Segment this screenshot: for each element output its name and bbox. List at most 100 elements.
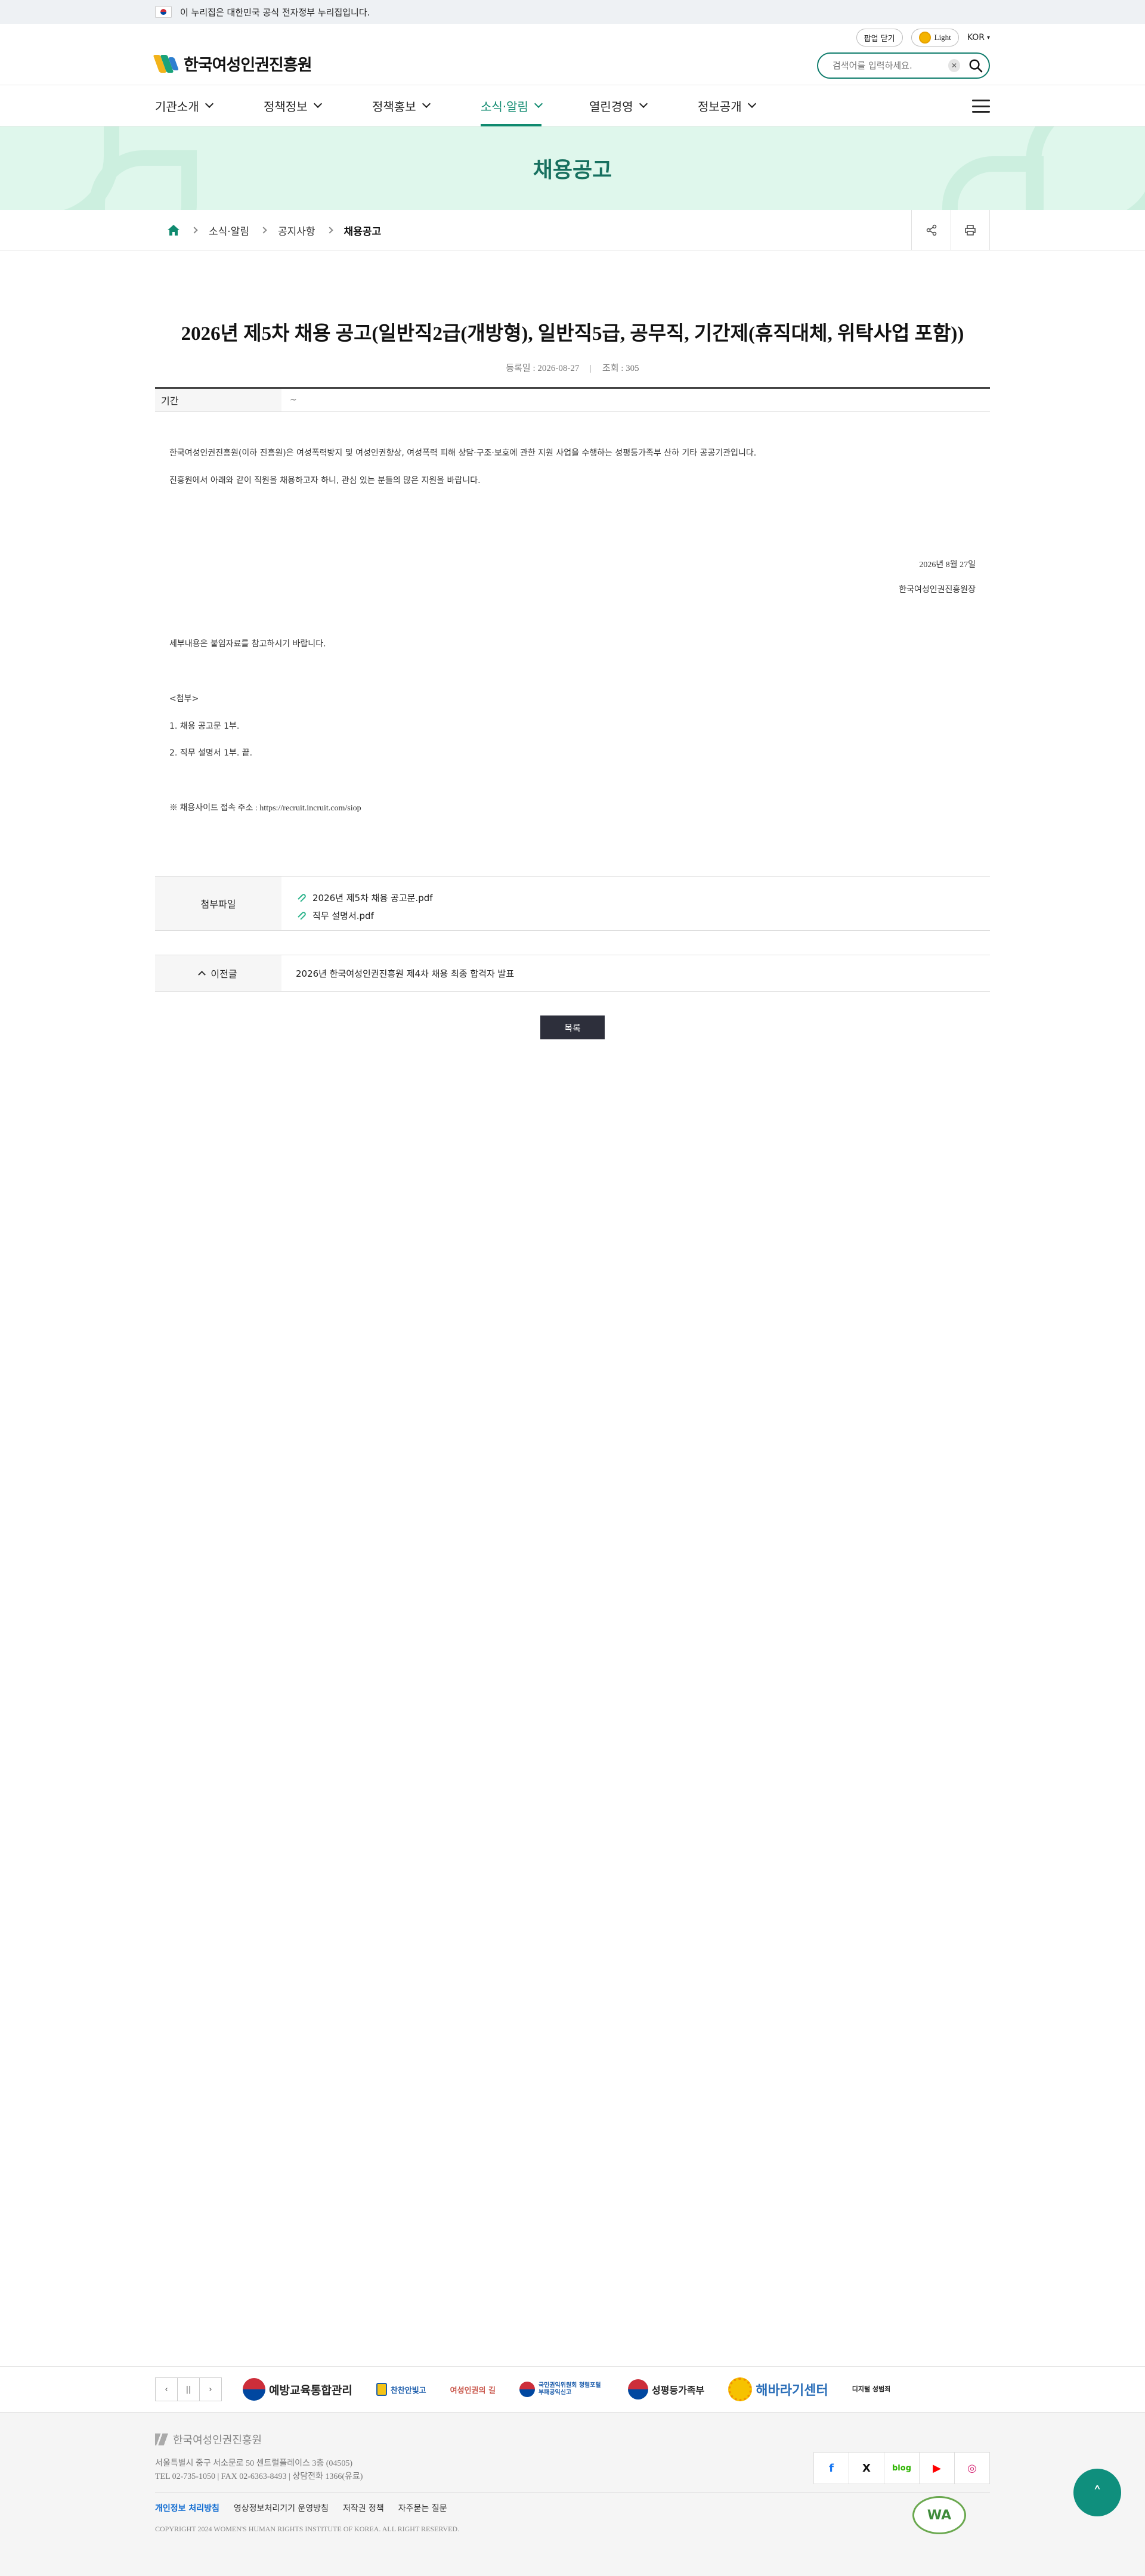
- breadcrumb-item[interactable]: 소식·알림: [209, 223, 249, 238]
- site-header: 팝업 닫기 Light KOR ▾ 한국여성인권진흥원 ✕: [153, 24, 990, 85]
- banner-logo[interactable]: 해바라기센터: [728, 2377, 828, 2401]
- chevron-down-icon: [205, 99, 213, 109]
- attachments: 첨부파일 2026년 제5차 채용 공고문.pdf 직무 설명서.pdf: [155, 876, 990, 931]
- chevron-down-icon: [313, 99, 322, 109]
- search-box: ✕: [817, 52, 990, 79]
- chevron-right-icon: [260, 227, 267, 234]
- attachment-item[interactable]: 2026년 제5차 채용 공고문.pdf: [297, 888, 433, 906]
- footer-divider: [155, 2492, 990, 2493]
- article-views: 조회 : 305: [602, 364, 639, 373]
- theme-label: Light: [934, 33, 951, 42]
- body-paragraph: 진흥원에서 아래와 같이 직원을 채용하고자 하니, 관심 있는 분들의 많은 …: [169, 475, 481, 485]
- x-icon[interactable]: X: [849, 2452, 884, 2484]
- article-date: 등록일 : 2026-08-27: [506, 364, 580, 373]
- period-label: 기간: [155, 389, 281, 411]
- prev-post-link[interactable]: 2026년 한국여성인권진흥원 제4차 채용 최종 합격자 발표: [281, 955, 514, 991]
- page-hero: 채용공고: [0, 126, 1145, 210]
- breadcrumb-item[interactable]: 공지사항: [278, 223, 315, 238]
- faq-link[interactable]: 자주묻는 질문: [398, 2502, 447, 2514]
- taeguk-icon: [243, 2378, 265, 2401]
- gov-banner: 이 누리집은 대한민국 공식 전자정부 누리집입니다.: [0, 0, 1145, 24]
- web-accessibility-mark: WA: [912, 2496, 966, 2534]
- nav-item-news[interactable]: 소식·알림: [481, 85, 589, 126]
- nav-label: 정책홍보: [372, 99, 416, 114]
- sun-icon: [918, 32, 931, 44]
- banner-logo[interactable]: 국민권익위원회 청렴포털 부패공익신고: [519, 2382, 604, 2397]
- taeguk-icon: [519, 2382, 535, 2397]
- nav-item-policy-info[interactable]: 정책정보: [264, 85, 372, 126]
- nav-item-about[interactable]: 기관소개: [155, 85, 264, 126]
- instagram-icon[interactable]: ◎: [954, 2452, 990, 2484]
- breadcrumb-current: 채용공고: [344, 225, 382, 238]
- list-button[interactable]: 목록: [540, 1015, 605, 1040]
- banner-pause-button[interactable]: ||: [177, 2377, 200, 2401]
- sns-links: f X blog ▶ ◎: [813, 2452, 990, 2484]
- article-title: 2026년 제5차 채용 공고(일반직2급(개방형), 일반직5급, 공무직, …: [181, 323, 964, 345]
- prev-post-row: 이전글 2026년 한국여성인권진흥원 제4차 채용 최종 합격자 발표: [155, 955, 990, 992]
- banner-logo[interactable]: 찬찬안빛고: [376, 2383, 426, 2396]
- period-value: ~: [290, 395, 297, 405]
- banner-next-button[interactable]: ›: [199, 2377, 222, 2401]
- scroll-top-button[interactable]: ˄: [1073, 2469, 1121, 2516]
- nav-item-policy-pr[interactable]: 정책홍보: [372, 85, 481, 126]
- youtube-icon[interactable]: ▶: [919, 2452, 955, 2484]
- page-tools: [911, 210, 990, 250]
- copyright-policy-link[interactable]: 저작권 정책: [343, 2502, 384, 2514]
- print-icon: [965, 225, 976, 236]
- banner-logo[interactable]: 예방교육통합관리: [243, 2378, 352, 2401]
- search-icon[interactable]: [968, 58, 983, 73]
- cctv-policy-link[interactable]: 영상정보처리기기 운영방침: [234, 2502, 329, 2514]
- contact-text: TEL 02-735-1050 | FAX 02-6363-8493 | 상담전…: [155, 2472, 363, 2482]
- banner-logo[interactable]: 성평등가족부: [627, 2379, 704, 2399]
- banner-logo[interactable]: 여성인권의 길: [450, 2384, 496, 2395]
- theme-toggle-button[interactable]: Light: [911, 29, 959, 47]
- chevron-right-icon: [326, 227, 333, 234]
- page-title: 채용공고: [533, 158, 612, 182]
- body-paragraph: <첨부>: [169, 693, 199, 704]
- nav-label: 소식·알림: [481, 99, 528, 114]
- site-footer: 한국여성인권진흥원 서울특별시 중구 서소문로 50 센트럴플레이스 3층 (0…: [0, 2413, 1145, 2576]
- site-logo[interactable]: 한국여성인권진흥원: [153, 51, 312, 75]
- nav-label: 정책정보: [264, 99, 308, 114]
- language-select[interactable]: KOR ▾: [967, 33, 990, 42]
- footer-logo-text: 한국여성인권진흥원: [173, 2434, 262, 2446]
- chevron-down-icon: [534, 99, 543, 109]
- korea-flag-icon: [155, 6, 172, 18]
- search-input[interactable]: [833, 60, 948, 71]
- banner-logo[interactable]: 디지털 성범죄: [852, 2385, 900, 2393]
- breadcrumb: 소식·알림 공지사항 채용공고: [0, 210, 1145, 250]
- copyright-text: COPYRIGHT 2024 WOMEN'S HUMAN RIGHTS INST…: [155, 2525, 460, 2533]
- privacy-policy-link[interactable]: 개인정보 처리방침: [155, 2502, 219, 2514]
- footer-address: 서울특별시 중구 서소문로 50 센트럴플레이스 3층 (04505) TEL …: [155, 2457, 363, 2484]
- article-meta: 등록일 : 2026-08-27 | 조회 : 305: [506, 364, 639, 373]
- attachment-icon: [298, 894, 306, 902]
- nav-label: 기관소개: [155, 99, 199, 114]
- nav-item-disclosure[interactable]: 정보공개: [698, 85, 806, 126]
- gov-banner-text: 이 누리집은 대한민국 공식 전자정부 누리집입니다.: [180, 7, 370, 18]
- nav-item-management[interactable]: 열린경영: [589, 85, 698, 126]
- attachments-label: 첨부파일: [155, 877, 281, 931]
- home-icon[interactable]: [167, 224, 180, 236]
- facebook-icon[interactable]: f: [813, 2452, 849, 2484]
- attachment-item[interactable]: 직무 설명서.pdf: [297, 906, 433, 924]
- hamburger-menu-icon[interactable]: [972, 100, 990, 113]
- article: 2026년 제5차 채용 공고(일반직2급(개방형), 일반직5급, 공무직, …: [155, 317, 990, 1040]
- blog-icon[interactable]: blog: [884, 2452, 920, 2484]
- period-row: 기간 ~: [155, 387, 990, 412]
- prev-post-label: 이전글: [155, 955, 281, 992]
- article-body: 한국여성인권진흥원(이하 진흥원)은 여성폭력방지 및 여성인권향상, 여성폭력…: [155, 412, 990, 814]
- body-paragraph: 1. 채용 공고문 1부.: [169, 721, 240, 731]
- popup-close-button[interactable]: 팝업 닫기: [856, 29, 903, 47]
- logo-icon: [153, 51, 180, 75]
- chevron-down-icon: [639, 99, 648, 109]
- utility-bar: 팝업 닫기 Light KOR ▾: [856, 29, 990, 47]
- recruit-site-link[interactable]: ※ 채용사이트 접속 주소 : https://recruit.incruit.…: [169, 803, 976, 815]
- chevron-up-icon: ˄: [1093, 2482, 1101, 2503]
- print-button[interactable]: [951, 210, 990, 250]
- clear-search-button[interactable]: ✕: [948, 59, 961, 72]
- sign-org: 한국여성인권진흥원장: [899, 584, 976, 595]
- share-button[interactable]: [911, 210, 951, 250]
- logo-text: 한국여성인권진흥원: [184, 55, 312, 75]
- banner-prev-button[interactable]: ‹: [155, 2377, 178, 2401]
- chevron-up-icon: [198, 971, 206, 979]
